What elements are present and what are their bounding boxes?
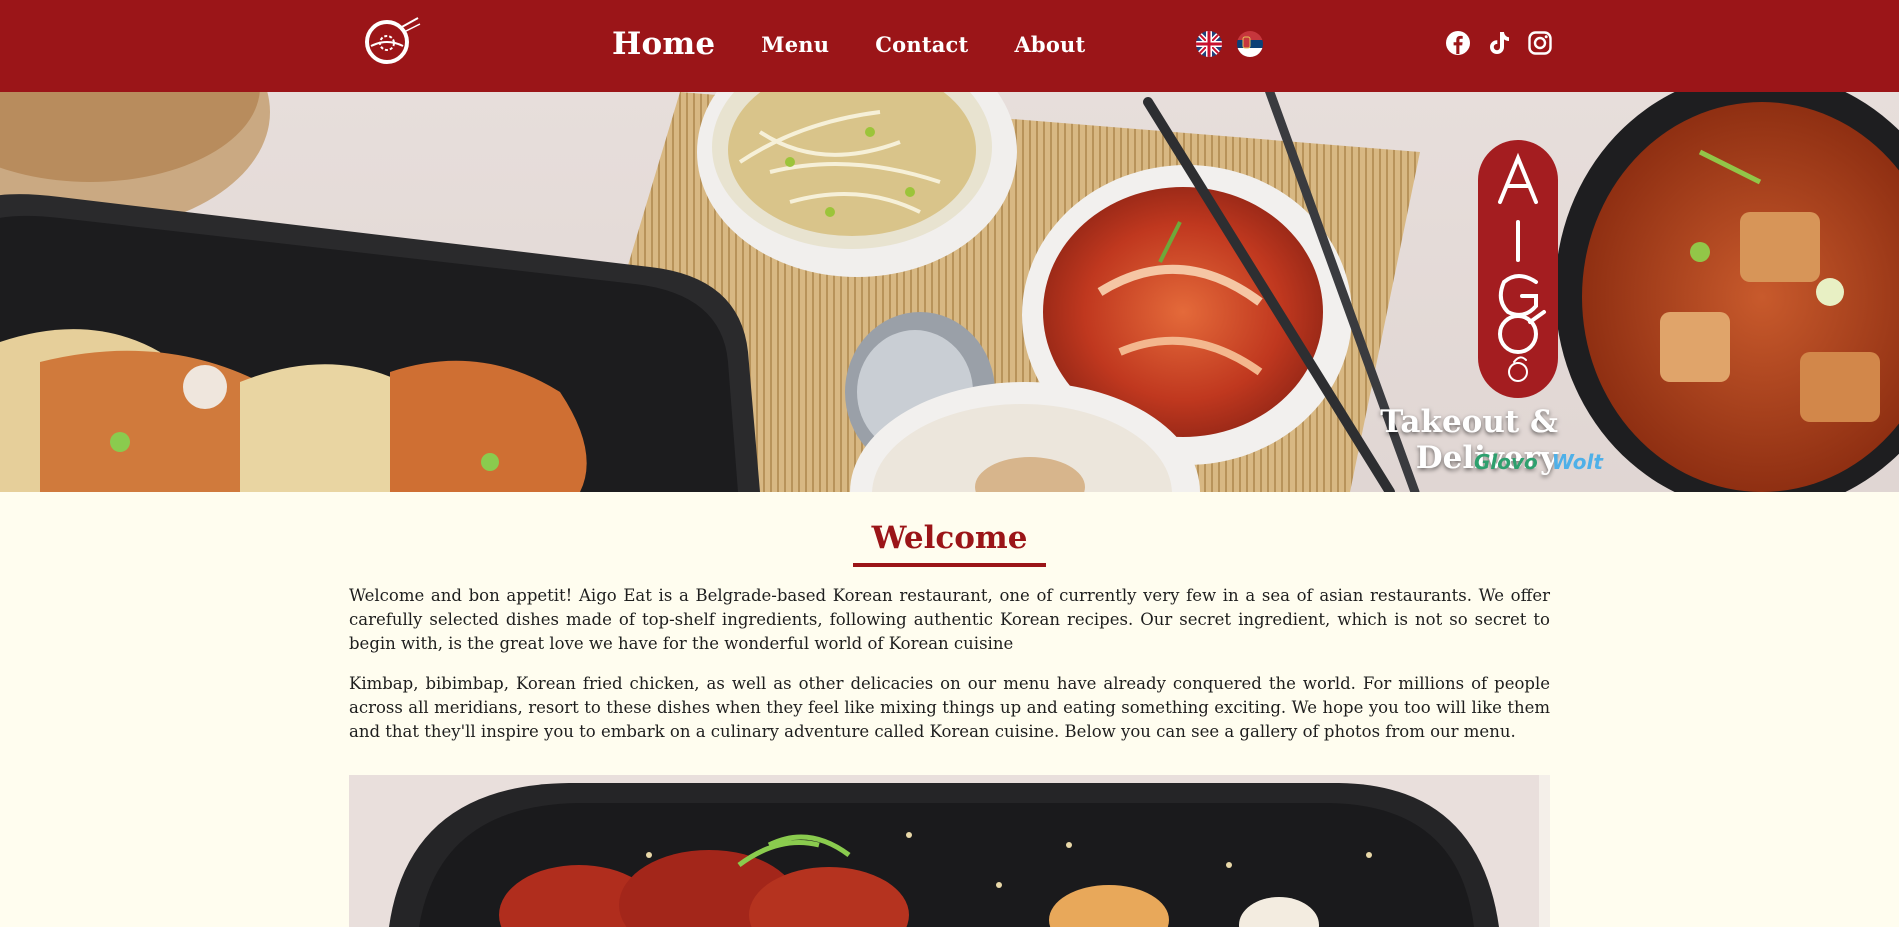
social-links [1445, 30, 1553, 56]
navbar: Home Menu Contact About [0, 0, 1899, 92]
main-nav: Home Menu Contact About [612, 0, 1085, 88]
hero-food-photo [0, 92, 1899, 492]
tiktok-icon[interactable] [1486, 30, 1512, 56]
aigo-logo-icon[interactable] [360, 16, 424, 66]
delivery-partners: Glovo Wolt [1474, 450, 1603, 474]
hero-banner: Takeout & Delivery Glovo Wolt [0, 92, 1899, 492]
language-switcher [1196, 31, 1263, 57]
nav-about-link[interactable]: About [1014, 32, 1085, 57]
aigo-vertical-wordmark-icon [1498, 152, 1546, 382]
facebook-icon[interactable] [1445, 30, 1471, 56]
wolt-link[interactable]: Wolt [1552, 450, 1603, 474]
menu-gallery-image[interactable] [349, 775, 1550, 927]
welcome-paragraph-2: Kimbap, bibimbap, Korean fried chicken, … [349, 674, 1550, 741]
nav-contact-link[interactable]: Contact [875, 32, 968, 57]
uk-flag-icon[interactable] [1196, 31, 1222, 57]
instagram-icon[interactable] [1527, 30, 1553, 56]
welcome-heading: Welcome [871, 520, 1028, 556]
gallery-food-photo [349, 775, 1550, 927]
nav-home-link[interactable]: Home [612, 26, 715, 62]
nav-menu-link[interactable]: Menu [761, 32, 829, 57]
glovo-link[interactable]: Glovo [1474, 450, 1538, 474]
welcome-paragraph-1: Welcome and bon appetit! Aigo Eat is a B… [349, 586, 1550, 653]
heading-underline [853, 563, 1046, 567]
serbia-flag-icon[interactable] [1237, 31, 1263, 57]
brand-vertical-logo [1478, 140, 1558, 398]
